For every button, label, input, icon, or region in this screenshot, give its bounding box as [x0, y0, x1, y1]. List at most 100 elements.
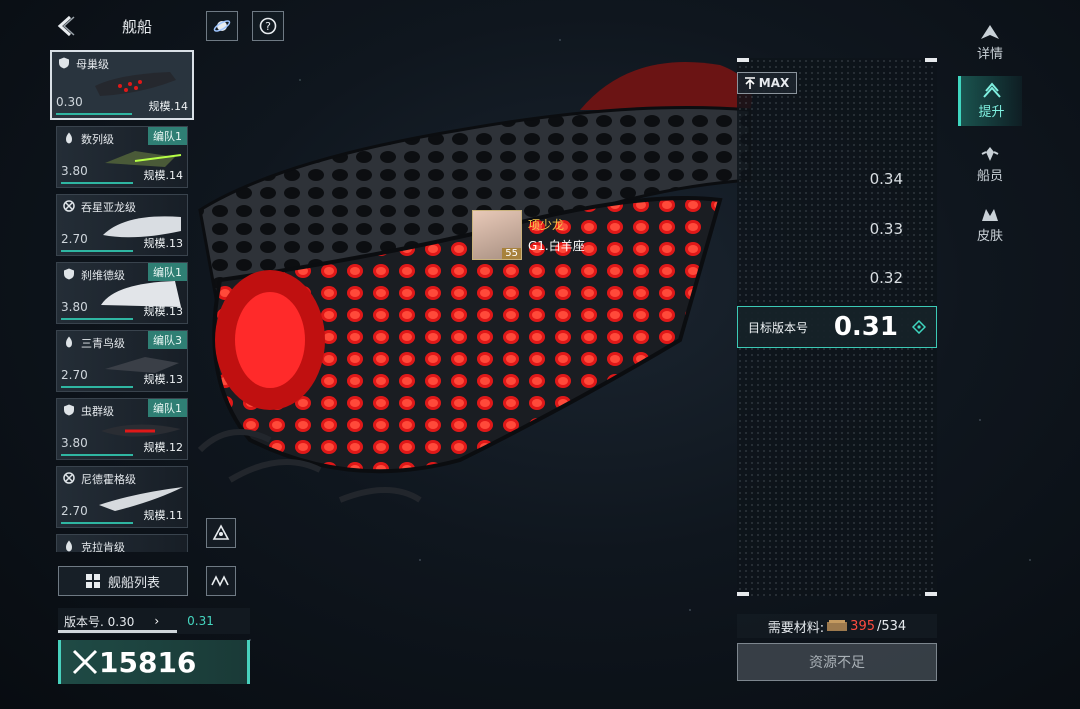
max-label: MAX [758, 76, 790, 90]
ship-render [197, 62, 752, 503]
corner-marker [925, 592, 937, 596]
ship-arrow-icon [981, 25, 999, 39]
tab-crew[interactable]: 船员 [958, 140, 1022, 190]
tab-label: 皮肤 [976, 229, 1003, 244]
ship-progress-bar [61, 250, 133, 252]
ship-value: 2.70 [61, 504, 88, 518]
materials-label: 需要材料: [767, 620, 825, 636]
version-label: 版本号. 0.30 [64, 614, 135, 629]
ship-progress-bar [61, 522, 133, 524]
sort-button[interactable] [206, 566, 236, 596]
next-version: 0.31 [187, 614, 214, 628]
ship-value: 2.70 [61, 232, 88, 246]
ship-thumbnail [95, 551, 185, 552]
version-option[interactable]: 0.34 [870, 170, 903, 188]
crew-sign: G1.白羊座 [528, 239, 585, 253]
tab-label: 船员 [976, 169, 1003, 184]
ship-card[interactable]: 虫群级 编队1 3.80 规模.12 [56, 398, 188, 460]
target-version-value: 0.31 [833, 312, 898, 342]
help-button[interactable]: ? [252, 11, 284, 41]
corner-marker [737, 58, 749, 62]
fleet-icon [212, 524, 230, 540]
diamond-icon [912, 320, 926, 334]
combat-power: 15816 [58, 640, 250, 684]
flame-icon [66, 540, 72, 552]
material-have: 395 [850, 618, 875, 634]
flame-icon [66, 336, 72, 348]
ship-value: 3.80 [61, 436, 88, 450]
avatar: 55 [472, 210, 522, 260]
version-option[interactable]: 0.32 [870, 269, 903, 287]
tab-details[interactable]: 详情 [958, 18, 1022, 68]
ship-scale: 规模.11 [143, 509, 184, 522]
upgrade-button[interactable]: 资源不足 [737, 643, 937, 681]
tab-label: 提升 [978, 105, 1005, 120]
tab-skin[interactable]: 皮肤 [958, 200, 1022, 250]
materials-row: 需要材料: 395 /534 [737, 614, 937, 638]
ship-value: 2.70 [61, 368, 88, 382]
ship-progress-bar [61, 182, 133, 184]
ship-progress-bar [61, 318, 133, 320]
flame-icon [66, 132, 72, 144]
crew-icon [981, 147, 999, 161]
top-bar: 舰船 ? [50, 10, 284, 42]
ship-progress-bar [56, 113, 132, 115]
ship-scale: 规模.12 [143, 441, 184, 454]
grid-icon [85, 574, 100, 588]
ship-list-label: 舰船列表 [107, 575, 160, 591]
shield-icon [64, 404, 74, 416]
ship-value: 3.80 [61, 164, 88, 178]
planet-button[interactable] [206, 11, 238, 41]
ship-value: 3.80 [61, 300, 88, 314]
material-need: /534 [877, 618, 907, 634]
ship-thumbnail [95, 72, 176, 96]
ship-card[interactable]: 尼德霍格级 2.70 规模.11 [56, 466, 188, 528]
max-button[interactable]: MAX [737, 72, 797, 94]
ship-card[interactable]: 数列级 编队1 3.80 规模.14 [56, 126, 188, 188]
ship-card[interactable]: 刹维德级 编队1 3.80 规模.13 [56, 262, 188, 324]
ship-value: 0.30 [56, 95, 83, 109]
ship-card[interactable]: 吞星亚龙级 2.70 规模.13 [56, 194, 188, 256]
page-title: 舰船 [121, 17, 152, 36]
planet-icon [213, 20, 231, 32]
ship-scale: 规模.13 [143, 237, 184, 250]
svg-text:?: ? [265, 20, 271, 33]
target-icon [63, 200, 75, 212]
wave-icon [211, 575, 229, 587]
material-crate-icon [827, 620, 848, 631]
shield-icon [59, 57, 69, 69]
back-button[interactable] [50, 10, 82, 42]
ship-card[interactable]: 三青鸟级 编队3 2.70 规模.13 [56, 330, 188, 392]
upgrade-icon [982, 82, 1001, 98]
version-option[interactable]: 0.33 [870, 220, 903, 238]
crew-tag[interactable]: 55 项少龙 G1.白羊座 [472, 210, 585, 260]
ship-scale: 规模.14 [143, 169, 184, 182]
target-icon [63, 472, 75, 484]
skin-icon [982, 209, 998, 221]
crew-name: 项少龙 [528, 218, 565, 232]
help-icon: ? [259, 17, 277, 35]
ship-card-selected[interactable]: 母巢级 0.30 规模.14 [50, 50, 194, 120]
ship-scale: 规模.13 [143, 373, 184, 386]
version-picker[interactable]: MAX 0.34 0.33 0.32 目标版本号 0.31 [737, 58, 937, 596]
corner-marker [925, 58, 937, 62]
ship-list-button[interactable]: 舰船列表 [58, 566, 188, 596]
crew-level: 55 [502, 248, 521, 259]
ship-card[interactable]: 克拉肯级 [56, 534, 188, 552]
combat-power-value: 15816 [99, 645, 197, 679]
version-progress-bar [58, 630, 178, 633]
tab-upgrade[interactable]: 提升 [958, 76, 1022, 126]
target-version[interactable]: 目标版本号 0.31 [737, 306, 937, 348]
ship-scale: 规模.14 [148, 100, 189, 113]
ship-scale: 规模.13 [143, 305, 184, 318]
ship-progress-bar [61, 386, 133, 388]
target-version-label: 目标版本号 [748, 320, 809, 335]
chevron-right-icon: › [154, 614, 160, 628]
ship-progress-bar [61, 454, 133, 456]
ship-list[interactable]: 母巢级 0.30 规模.14 数列级 编队1 3.80 规模.14 吞星亚龙级 … [50, 50, 196, 552]
arrow-up-bar-icon [744, 77, 755, 89]
corner-marker [737, 592, 749, 596]
back-arrow-icon [57, 15, 75, 37]
crossed-swords-icon [72, 649, 98, 675]
fleet-filter-button[interactable] [206, 518, 236, 548]
